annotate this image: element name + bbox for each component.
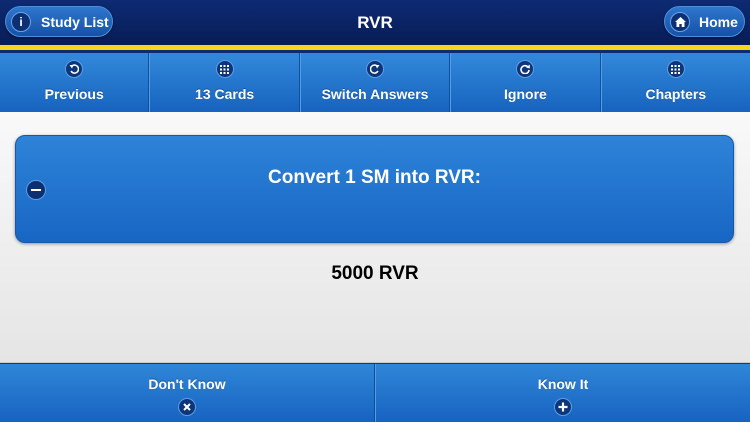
study-list-label: Study List [41, 13, 109, 30]
plus-icon [554, 398, 572, 416]
answer-text: 5000 RVR [331, 263, 419, 284]
home-icon [670, 11, 690, 32]
previous-button[interactable]: Previous [0, 53, 150, 112]
refresh-icon [516, 60, 535, 78]
home-button[interactable]: Home [664, 6, 745, 37]
study-list-button[interactable]: i Study List [5, 6, 113, 37]
know-it-label: Know It [537, 376, 589, 392]
dont-know-label: Don't Know [148, 376, 226, 392]
grid-icon [666, 60, 685, 78]
chapters-button[interactable]: Chapters [600, 53, 750, 112]
previous-label: Previous [44, 86, 104, 102]
cards-count-label: 13 Cards [195, 86, 255, 102]
redo-arrow-icon [366, 60, 385, 78]
home-label: Home [699, 13, 738, 30]
grid-icon [215, 60, 234, 78]
question-text: Convert 1 SM into RVR: [268, 167, 481, 188]
undo-arrow-icon [65, 60, 84, 78]
chapters-label: Chapters [645, 86, 707, 102]
question-card[interactable]: Convert 1 SM into RVR: [15, 135, 734, 243]
top-navigation-bar: RVR i Study List Home [0, 0, 750, 45]
flashcard-area: Convert 1 SM into RVR: 5000 RVR [0, 112, 750, 362]
switch-answers-button[interactable]: Switch Answers [299, 53, 451, 112]
close-icon [178, 398, 196, 416]
info-icon: i [11, 11, 31, 32]
know-it-button[interactable]: Know It [375, 364, 750, 422]
cards-count-button[interactable]: 13 Cards [149, 53, 300, 112]
ignore-button[interactable]: Ignore [450, 53, 601, 112]
bottom-action-bar: Don't Know Know It [0, 363, 750, 422]
dont-know-button[interactable]: Don't Know [0, 364, 375, 422]
ignore-label: Ignore [504, 86, 547, 102]
switch-answers-label: Switch Answers [321, 86, 429, 102]
toolbar: Previous 13 Cards Switch Answers Ignore … [0, 53, 750, 112]
